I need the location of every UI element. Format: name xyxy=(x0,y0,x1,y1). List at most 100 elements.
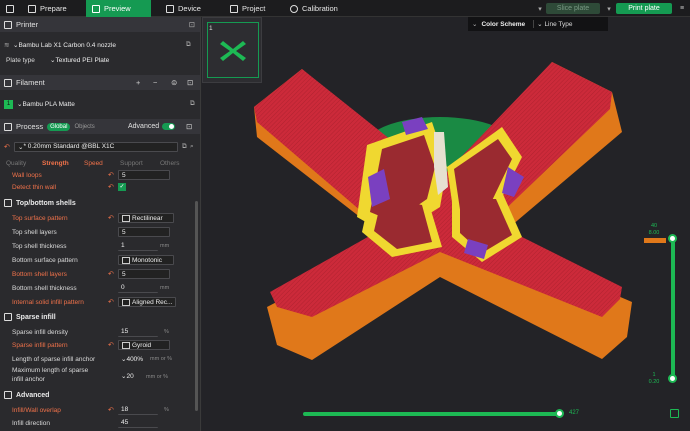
reset-icon[interactable]: ↶ xyxy=(108,298,114,306)
bottom-surface-pattern-select[interactable]: Monotonic xyxy=(118,255,174,265)
wall-loops-input[interactable]: 5 xyxy=(118,170,170,180)
move-slider[interactable] xyxy=(303,412,561,416)
infill-icon xyxy=(4,313,12,321)
process-preset-row: ↶ ⌄ * 0.20mm Standard @BBL X1C ⧉ ⌕ xyxy=(0,140,200,153)
reset-icon[interactable]: ↶ xyxy=(108,214,114,222)
infill-wall-overlap-input[interactable]: 18 xyxy=(118,405,158,415)
internal-solid-infill-select[interactable]: Aligned Rec... xyxy=(118,297,176,307)
top-surface-pattern-row: Top surface pattern ↶ Rectilinear xyxy=(0,213,200,223)
plate-thumbnail[interactable]: 1 xyxy=(202,17,262,83)
move-slider-handle[interactable] xyxy=(555,409,564,418)
edit-filament-icon[interactable]: ⧉ xyxy=(190,100,195,108)
pattern-icon xyxy=(122,214,130,222)
more-menu-icon[interactable]: ≡ xyxy=(677,3,687,14)
preset-reset-icon[interactable]: ↶ xyxy=(4,143,10,151)
sidebar: Printer ⊡ ≋ ⌄ Bambu Lab X1 Carbon 0.4 no… xyxy=(0,17,201,431)
layer-slider[interactable] xyxy=(671,235,675,377)
wifi-icon: ≋ xyxy=(4,42,10,49)
3d-viewport[interactable]: 1 ⌄ Color Scheme ⌄ Line Type 40 8.00 1 0… xyxy=(202,17,690,431)
length-anchor-input[interactable]: ⌄ 400% xyxy=(118,354,148,364)
plate-type-select[interactable]: ⌄ Textured PEI Plate xyxy=(47,55,187,65)
reset-icon[interactable]: ↶ xyxy=(108,183,114,191)
tab-support[interactable]: Support xyxy=(120,160,143,167)
bottom-surface-pattern-row: Bottom surface pattern Monotonic xyxy=(0,255,200,265)
top-surface-pattern-select[interactable]: Rectilinear xyxy=(118,213,174,223)
layer-slider-lower-handle[interactable] xyxy=(668,374,677,383)
edit-printer-icon[interactable]: ⧉ xyxy=(186,41,191,49)
add-filament-icon[interactable]: + xyxy=(136,78,140,87)
filament-settings-icon[interactable]: ⊡ xyxy=(187,78,193,87)
filament-section-header: Filament + − ⊜ ⊡ xyxy=(0,75,200,90)
process-tabs: Quality Strength Speed Support Others xyxy=(0,158,200,169)
tab-prepare[interactable]: Prepare xyxy=(22,0,73,17)
prepare-icon xyxy=(28,4,36,13)
logo-icon[interactable] xyxy=(6,0,16,17)
reset-icon[interactable]: ↶ xyxy=(108,270,114,278)
top-shell-thickness-input[interactable]: 1 xyxy=(118,241,158,251)
top-shell-thickness-row: Top shell thickness 1 mm xyxy=(12,241,170,251)
tab-quality[interactable]: Quality xyxy=(6,160,26,167)
reset-icon[interactable]: ↶ xyxy=(108,406,114,414)
slice-dropdown-icon[interactable]: ▾ xyxy=(536,3,544,14)
tab-project[interactable]: Project xyxy=(224,0,271,17)
reset-icon[interactable]: ↶ xyxy=(108,171,114,179)
reset-icon[interactable]: ↶ xyxy=(108,341,114,349)
filament-slot-badge[interactable]: 1 xyxy=(4,99,13,109)
detect-thin-wall-checkbox[interactable]: ✓ xyxy=(118,183,126,191)
filament-row: 1 ⌄ Bambu PLA Matte ⧉ xyxy=(0,98,200,110)
preview-icon xyxy=(92,4,100,13)
color-scheme-select[interactable]: ⌄ Line Type xyxy=(533,20,573,28)
pattern-icon xyxy=(122,341,130,349)
objects-toggle[interactable]: Objects xyxy=(74,124,94,130)
top-bar: Prepare Preview Device Project Calibrati… xyxy=(0,0,690,17)
search-icon[interactable]: ⌕ xyxy=(190,143,194,151)
print-plate-button[interactable]: Print plate xyxy=(616,3,672,14)
tab-others[interactable]: Others xyxy=(160,160,180,167)
top-shell-layers-input[interactable]: 5 xyxy=(118,227,170,237)
detect-thin-wall-row: Detect thin wall ↶ ✓ xyxy=(12,183,126,191)
bottom-shell-layers-input[interactable]: 5 xyxy=(118,269,170,279)
printer-section-header: Printer ⊡ xyxy=(0,17,200,32)
pattern-icon xyxy=(122,298,130,306)
slice-plate-button[interactable]: Slice plate xyxy=(546,3,600,14)
printer-settings-icon[interactable]: ⊡ xyxy=(189,20,195,29)
thumbnail-model-icon xyxy=(207,22,259,78)
layers-view-icon[interactable] xyxy=(670,409,679,418)
max-length-anchor-input[interactable]: ⌄ 20 xyxy=(118,371,142,381)
process-settings-icon[interactable]: ⊡ xyxy=(186,122,192,131)
printer-select[interactable]: ⌄ Bambu Lab X1 Carbon 0.4 nozzle xyxy=(10,40,182,50)
project-icon xyxy=(230,4,238,13)
sidebar-scrollbar[interactable] xyxy=(195,201,198,411)
move-value-label: 427 xyxy=(569,410,580,416)
bottom-shell-layers-row: Bottom shell layers ↶ 5 xyxy=(0,269,200,279)
length-anchor-row: Length of sparse infill anchor ⌄ 400% mm… xyxy=(12,354,172,364)
pattern-icon xyxy=(122,256,130,264)
plate-type-row: Plate type ⌄ Textured PEI Plate xyxy=(0,54,200,66)
tab-strength[interactable]: Strength xyxy=(42,160,69,167)
advanced-group-header: Advanced xyxy=(4,391,49,399)
cross-model xyxy=(254,62,632,360)
tab-calibration[interactable]: Calibration xyxy=(284,0,344,17)
filament-select[interactable]: ⌄ Bambu PLA Matte xyxy=(14,99,188,109)
sparse-infill-pattern-row: Sparse infill pattern ↶ Gyroid xyxy=(0,340,200,350)
sparse-infill-pattern-select[interactable]: Gyroid xyxy=(118,340,170,350)
printer-icon xyxy=(4,20,12,29)
save-preset-icon[interactable]: ⧉ xyxy=(182,143,187,151)
layer-slider-upper-handle[interactable] xyxy=(668,234,677,243)
advanced-switch[interactable] xyxy=(162,123,175,130)
infill-wall-overlap-row: Infill/Wall overlap ↶ 18 % xyxy=(12,405,169,415)
tab-preview[interactable]: Preview xyxy=(86,0,151,17)
sync-filament-icon[interactable]: ⊜ xyxy=(171,78,177,87)
advanced-icon xyxy=(4,391,12,399)
bottom-shell-thickness-input[interactable]: 0 xyxy=(118,283,158,293)
layer-top-label: 40 8.00 xyxy=(648,223,660,236)
print-dropdown-icon[interactable]: ▾ xyxy=(605,3,613,14)
global-toggle[interactable]: Global xyxy=(47,122,71,131)
sparse-infill-density-input[interactable]: 15 xyxy=(118,327,158,337)
tab-speed[interactable]: Speed xyxy=(84,160,103,167)
infill-direction-input[interactable]: 45 xyxy=(118,418,158,428)
internal-solid-infill-row: Internal solid infill pattern ↶ Aligned … xyxy=(0,297,200,307)
process-preset-select[interactable]: ⌄ * 0.20mm Standard @BBL X1C xyxy=(14,141,178,152)
tab-device[interactable]: Device xyxy=(160,0,207,17)
remove-filament-icon[interactable]: − xyxy=(153,78,157,87)
